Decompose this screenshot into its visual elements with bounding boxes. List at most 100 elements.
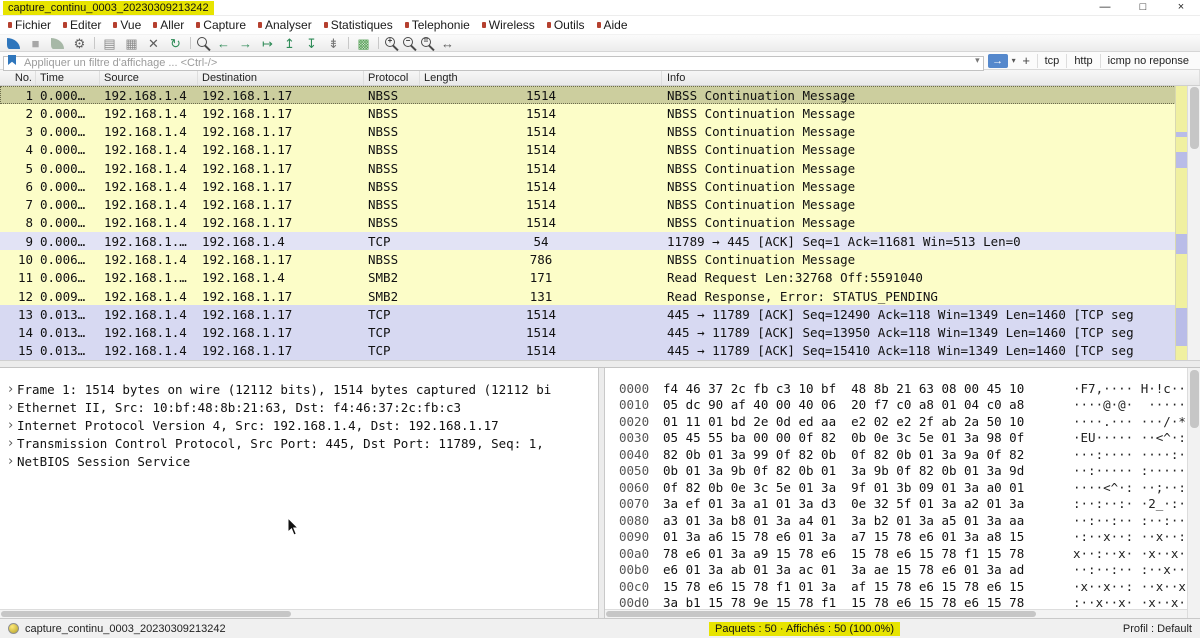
bytes-hscrollbar[interactable] [605, 609, 1187, 618]
open-file-icon[interactable]: ▤ [99, 35, 120, 51]
zoom-out-icon[interactable]: − [401, 35, 418, 51]
menu-statistiques[interactable]: Statistiques [318, 16, 399, 34]
filter-dropdown-icon[interactable] [975, 55, 980, 66]
menu-editer[interactable]: Editer [57, 16, 107, 34]
packet-list-scrollbar[interactable] [1187, 86, 1200, 360]
filter-shortcut-http[interactable]: http [1066, 54, 1099, 68]
packet-row-1[interactable]: 10.000…192.168.1.4192.168.1.17NBSS1514NB… [0, 86, 1200, 104]
detail-node[interactable]: Ethernet II, Src: 10:bf:48:8b:21:63, Dst… [4, 398, 596, 416]
menu-fichier[interactable]: Fichier [2, 16, 57, 34]
zoom-in-icon[interactable]: + [383, 35, 400, 51]
maximize-button[interactable]: □ [1124, 0, 1162, 15]
packet-row-7[interactable]: 70.000…192.168.1.4192.168.1.17NBSS1514NB… [0, 196, 1200, 214]
column-header-destination[interactable]: Destination [198, 70, 364, 85]
details-hscroll-thumb[interactable] [1, 611, 291, 617]
goto-packet-icon[interactable]: ↦ [257, 35, 278, 51]
packet-row-3[interactable]: 30.000…192.168.1.4192.168.1.17NBSS1514NB… [0, 123, 1200, 141]
minimize-button[interactable]: — [1086, 0, 1124, 15]
packet-row-11[interactable]: 110.006…192.168.1.…192.168.1.4SMB2171Rea… [0, 269, 1200, 287]
find-packet-icon[interactable] [195, 35, 212, 51]
close-file-icon[interactable]: ✕ [143, 35, 164, 51]
column-header-no[interactable]: No. [0, 70, 36, 85]
packet-row-14[interactable]: 140.013…192.168.1.4192.168.1.17TCP151444… [0, 323, 1200, 341]
hex-row[interactable]: 00500b 01 3a 9b 0f 82 0b 01 3a 9b 0f 82 … [619, 463, 1200, 480]
expand-chevron-icon[interactable] [4, 400, 17, 415]
detail-node[interactable]: Frame 1: 1514 bytes on wire (12112 bits)… [4, 380, 596, 398]
menu-capture[interactable]: Capture [190, 16, 252, 34]
filter-shortcut-icmp-no-reponse[interactable]: icmp no reponse [1100, 54, 1196, 68]
column-header-protocol[interactable]: Protocol [364, 70, 420, 85]
add-filter-button[interactable]: + [1020, 53, 1033, 68]
resize-columns-icon[interactable]: ↔ [437, 35, 458, 51]
expand-chevron-icon[interactable] [4, 436, 17, 451]
bytes-scrollbar[interactable] [1187, 368, 1200, 618]
save-file-icon[interactable]: ▦ [121, 35, 142, 51]
details-hscrollbar[interactable] [0, 609, 598, 618]
reload-icon[interactable]: ↻ [165, 35, 186, 51]
first-packet-icon[interactable]: ↥ [279, 35, 300, 51]
scrollbar-thumb[interactable] [1190, 87, 1199, 149]
autoscroll-icon[interactable]: ⇟ [323, 35, 344, 51]
expand-chevron-icon[interactable] [4, 418, 17, 433]
bytes-scroll-thumb[interactable] [1190, 370, 1199, 428]
packet-row-12[interactable]: 120.009…192.168.1.4192.168.1.17SMB2131Re… [0, 287, 1200, 305]
filter-shortcut-tcp[interactable]: tcp [1037, 54, 1067, 68]
column-header-length[interactable]: Length [420, 70, 662, 85]
menu-aide[interactable]: Aide [591, 16, 634, 34]
menu-aller[interactable]: Aller [147, 16, 190, 34]
menu-telephonie[interactable]: Telephonie [399, 16, 476, 34]
hex-row[interactable]: 00703a ef 01 3a a1 01 3a d3 0e 32 5f 01 … [619, 496, 1200, 513]
stop-capture-icon[interactable]: ■ [25, 35, 46, 51]
packet-row-4[interactable]: 40.000…192.168.1.4192.168.1.17NBSS1514NB… [0, 141, 1200, 159]
hex-row[interactable]: 00600f 82 0b 0e 3c 5e 01 3a 9f 01 3b 09 … [619, 479, 1200, 496]
column-header-info[interactable]: Info [662, 70, 1200, 85]
hex-row[interactable]: 00a078 e6 01 3a a9 15 78 e6 15 78 e6 15 … [619, 545, 1200, 562]
start-capture-icon[interactable] [3, 35, 24, 51]
apply-filter-caret-icon[interactable] [1012, 56, 1016, 65]
menu-vue[interactable]: Vue [107, 16, 147, 34]
capture-options-icon[interactable]: ⚙ [69, 35, 90, 51]
menu-wireless[interactable]: Wireless [476, 16, 541, 34]
bytes-hscroll-thumb[interactable] [606, 611, 1036, 617]
packet-row-13[interactable]: 130.013…192.168.1.4192.168.1.17TCP151444… [0, 305, 1200, 323]
detail-node[interactable]: Transmission Control Protocol, Src Port:… [4, 434, 596, 452]
restart-capture-icon[interactable] [47, 35, 68, 51]
status-profile[interactable]: Profil : Default [906, 623, 1192, 635]
forward-icon[interactable]: → [235, 35, 256, 51]
display-filter-input[interactable] [3, 56, 984, 71]
zoom-reset-icon[interactable]: = [419, 35, 436, 51]
packet-row-6[interactable]: 60.000…192.168.1.4192.168.1.17NBSS1514NB… [0, 177, 1200, 195]
expand-chevron-icon[interactable] [4, 382, 17, 397]
expert-info-icon[interactable] [8, 623, 19, 634]
pane-divider[interactable] [598, 368, 605, 618]
hex-row[interactable]: 004082 0b 01 3a 99 0f 82 0b 0f 82 0b 01 … [619, 446, 1200, 463]
hex-row[interactable]: 003005 45 55 ba 00 00 0f 82 0b 0e 3c 5e … [619, 430, 1200, 447]
expand-chevron-icon[interactable] [4, 454, 17, 469]
packet-row-2[interactable]: 20.000…192.168.1.4192.168.1.17NBSS1514NB… [0, 104, 1200, 122]
packet-row-8[interactable]: 80.000…192.168.1.4192.168.1.17NBSS1514NB… [0, 214, 1200, 232]
hex-row[interactable]: 002001 11 01 bd 2e 0d ed aa e2 02 e2 2f … [619, 413, 1200, 430]
packet-row-10[interactable]: 100.006…192.168.1.4192.168.1.17NBSS786NB… [0, 250, 1200, 268]
packet-minimap[interactable] [1175, 86, 1187, 360]
packet-row-9[interactable]: 90.000…192.168.1.…192.168.1.4TCP5411789 … [0, 232, 1200, 250]
hex-row[interactable]: 00c015 78 e6 15 78 f1 01 3a af 15 78 e6 … [619, 578, 1200, 595]
back-icon[interactable]: ← [213, 35, 234, 51]
column-header-time[interactable]: Time [36, 70, 100, 85]
colorize-icon[interactable]: ▩ [353, 35, 374, 51]
hex-row[interactable]: 0080a3 01 3a b8 01 3a a4 01 3a b2 01 3a … [619, 512, 1200, 529]
packet-row-15[interactable]: 150.013…192.168.1.4192.168.1.17TCP151444… [0, 342, 1200, 360]
hex-row[interactable]: 001005 dc 90 af 40 00 40 06 20 f7 c0 a8 … [619, 397, 1200, 414]
detail-node[interactable]: NetBIOS Session Service [4, 452, 596, 470]
detail-node[interactable]: Internet Protocol Version 4, Src: 192.16… [4, 416, 596, 434]
last-packet-icon[interactable]: ↧ [301, 35, 322, 51]
close-button[interactable]: × [1162, 0, 1200, 15]
apply-filter-button[interactable] [988, 54, 1008, 68]
menu-analyser[interactable]: Analyser [252, 16, 318, 34]
column-header-source[interactable]: Source [100, 70, 198, 85]
packet-row-5[interactable]: 50.000…192.168.1.4192.168.1.17NBSS1514NB… [0, 159, 1200, 177]
pane-splitter[interactable] [0, 360, 1200, 368]
menu-outils[interactable]: Outils [541, 16, 591, 34]
hex-row[interactable]: 00b0e6 01 3a ab 01 3a ac 01 3a ae 15 78 … [619, 562, 1200, 579]
hex-row[interactable]: 009001 3a a6 15 78 e6 01 3a a7 15 78 e6 … [619, 529, 1200, 546]
hex-row[interactable]: 0000f4 46 37 2c fb c3 10 bf 48 8b 21 63 … [619, 380, 1200, 397]
